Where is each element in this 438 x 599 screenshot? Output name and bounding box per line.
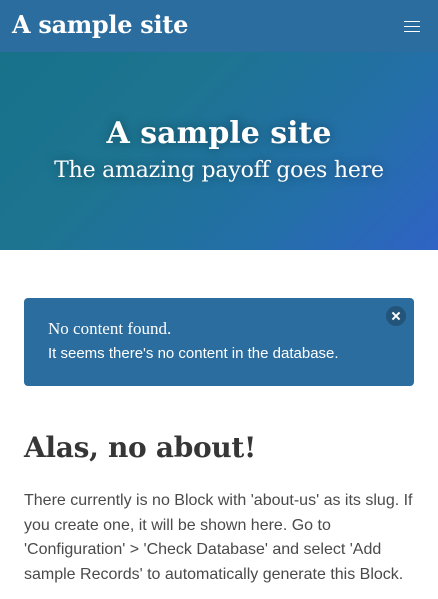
page-heading: Alas, no about! (24, 431, 257, 464)
hero-banner: A sample site The amazing payoff goes he… (0, 52, 438, 250)
burger-line (404, 21, 420, 22)
site-brand-link[interactable]: A sample site (12, 9, 188, 41)
hero-title: A sample site (106, 116, 332, 151)
navbar: A sample site (0, 0, 438, 52)
hero-subtitle: The amazing payoff goes here (54, 158, 384, 183)
hamburger-menu-icon[interactable] (404, 20, 420, 32)
notification-title: No content found. (48, 319, 172, 338)
page-body-text: There currently is no Block with 'about-… (24, 492, 413, 583)
burger-line (404, 31, 420, 32)
notification-message: It seems there's no content in the datab… (48, 345, 339, 362)
close-icon[interactable] (386, 306, 406, 326)
burger-line (404, 26, 420, 27)
no-content-notification: No content found. It seems there's no co… (24, 298, 414, 386)
